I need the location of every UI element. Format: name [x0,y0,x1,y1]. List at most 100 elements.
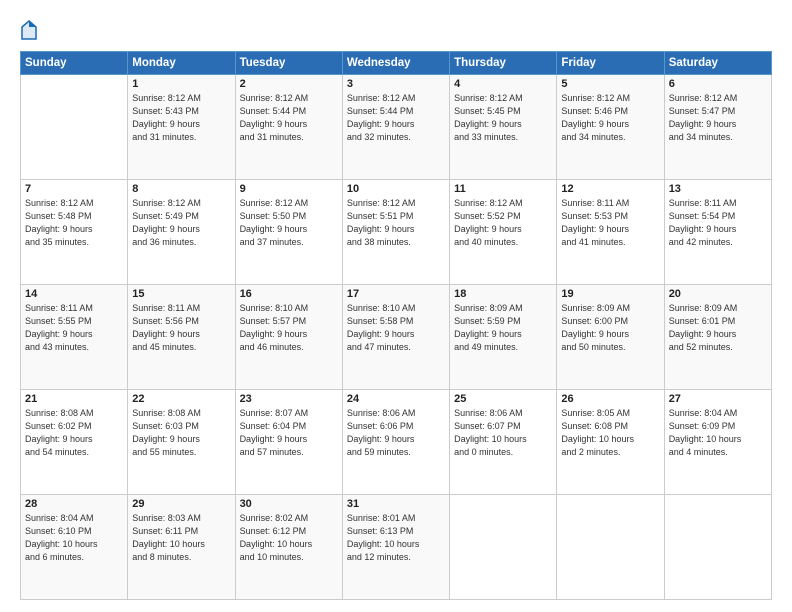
weekday-header-saturday: Saturday [664,52,771,75]
calendar-cell: 13Sunrise: 8:11 AMSunset: 5:54 PMDayligh… [664,180,771,285]
day-info: Sunrise: 8:06 AMSunset: 6:06 PMDaylight:… [347,407,445,459]
calendar-cell [21,75,128,180]
calendar-cell: 6Sunrise: 8:12 AMSunset: 5:47 PMDaylight… [664,75,771,180]
day-info: Sunrise: 8:04 AMSunset: 6:09 PMDaylight:… [669,407,767,459]
weekday-header-tuesday: Tuesday [235,52,342,75]
calendar-cell: 4 Sunrise: 8:12 AMSunset: 5:45 PMDaylight… [450,75,557,180]
day-number: 20 [669,288,767,300]
calendar-cell: 19 Sunrise: 8:09 AMSunset: 6:00 PMDayligh… [557,285,664,390]
day-number: 16 [240,288,338,300]
day-number: 17 [347,288,445,300]
calendar-cell: 20 Sunrise: 8:09 AMSunset: 6:01 PMDayligh… [664,285,771,390]
day-info: Sunrise: 8:12 AMSunset: 5:43 PMDaylight:… [132,92,230,144]
calendar-cell [450,495,557,600]
day-number: 14 [25,288,123,300]
calendar-week-row: 28Sunrise: 8:04 AMSunset: 6:10 PMDayligh… [21,495,772,600]
calendar-cell: 21 Sunrise: 8:08 AMSunset: 6:02 PMDayligh… [21,390,128,495]
day-number: 26 [561,393,659,405]
day-info: Sunrise: 8:05 AMSunset: 6:08 PMDaylight:… [561,407,659,459]
calendar-cell: 23 Sunrise: 8:07 AMSunset: 6:04 PMDayligh… [235,390,342,495]
calendar-cell: 28Sunrise: 8:04 AMSunset: 6:10 PMDayligh… [21,495,128,600]
calendar-cell: 31 Sunrise: 8:01 AMSunset: 6:13 PMDayligh… [342,495,449,600]
calendar-cell: 26 Sunrise: 8:05 AMSunset: 6:08 PMDayligh… [557,390,664,495]
calendar-cell: 5 Sunrise: 8:12 AMSunset: 5:46 PMDaylight… [557,75,664,180]
day-info: Sunrise: 8:07 AMSunset: 6:04 PMDaylight:… [240,407,338,459]
day-info: Sunrise: 8:09 AMSunset: 6:00 PMDaylight:… [561,302,659,354]
day-number: 2 [240,78,338,90]
day-info: Sunrise: 8:12 AMSunset: 5:44 PMDaylight:… [347,92,445,144]
day-info: Sunrise: 8:08 AMSunset: 6:02 PMDaylight:… [25,407,123,459]
day-number: 28 [25,498,123,510]
weekday-header-monday: Monday [128,52,235,75]
calendar-cell: 10Sunrise: 8:12 AMSunset: 5:51 PMDayligh… [342,180,449,285]
weekday-header-row: SundayMondayTuesdayWednesdayThursdayFrid… [21,52,772,75]
logo [20,18,40,41]
calendar-table: SundayMondayTuesdayWednesdayThursdayFrid… [20,51,772,600]
day-info: Sunrise: 8:11 AMSunset: 5:53 PMDaylight:… [561,197,659,249]
calendar-week-row: 7Sunrise: 8:12 AMSunset: 5:48 PMDaylight… [21,180,772,285]
day-number: 25 [454,393,552,405]
calendar-cell: 18 Sunrise: 8:09 AMSunset: 5:59 PMDayligh… [450,285,557,390]
day-info: Sunrise: 8:08 AMSunset: 6:03 PMDaylight:… [132,407,230,459]
calendar-cell: 30 Sunrise: 8:02 AMSunset: 6:12 PMDayligh… [235,495,342,600]
day-number: 11 [454,183,552,195]
day-number: 9 [240,183,338,195]
day-info: Sunrise: 8:10 AMSunset: 5:57 PMDaylight:… [240,302,338,354]
day-number: 5 [561,78,659,90]
day-number: 30 [240,498,338,510]
day-number: 8 [132,183,230,195]
day-info: Sunrise: 8:09 AMSunset: 6:01 PMDaylight:… [669,302,767,354]
calendar-cell: 29 Sunrise: 8:03 AMSunset: 6:11 PMDayligh… [128,495,235,600]
calendar-cell: 8 Sunrise: 8:12 AMSunset: 5:49 PMDaylight… [128,180,235,285]
calendar-cell: 12Sunrise: 8:11 AMSunset: 5:53 PMDayligh… [557,180,664,285]
day-info: Sunrise: 8:10 AMSunset: 5:58 PMDaylight:… [347,302,445,354]
day-info: Sunrise: 8:01 AMSunset: 6:13 PMDaylight:… [347,512,445,564]
calendar-cell: 3 Sunrise: 8:12 AMSunset: 5:44 PMDaylight… [342,75,449,180]
calendar-cell: 14 Sunrise: 8:11 AMSunset: 5:55 PMDayligh… [21,285,128,390]
day-info: Sunrise: 8:12 AMSunset: 5:46 PMDaylight:… [561,92,659,144]
day-number: 4 [454,78,552,90]
day-number: 29 [132,498,230,510]
weekday-header-sunday: Sunday [21,52,128,75]
day-info: Sunrise: 8:12 AMSunset: 5:45 PMDaylight:… [454,92,552,144]
day-info: Sunrise: 8:02 AMSunset: 6:12 PMDaylight:… [240,512,338,564]
weekday-header-friday: Friday [557,52,664,75]
day-info: Sunrise: 8:12 AMSunset: 5:49 PMDaylight:… [132,197,230,249]
day-info: Sunrise: 8:11 AMSunset: 5:55 PMDaylight:… [25,302,123,354]
day-number: 22 [132,393,230,405]
day-number: 3 [347,78,445,90]
calendar-cell: 11 Sunrise: 8:12 AMSunset: 5:52 PMDayligh… [450,180,557,285]
calendar-week-row: 14 Sunrise: 8:11 AMSunset: 5:55 PMDayligh… [21,285,772,390]
calendar-cell [557,495,664,600]
day-number: 31 [347,498,445,510]
day-number: 1 [132,78,230,90]
day-number: 23 [240,393,338,405]
day-info: Sunrise: 8:09 AMSunset: 5:59 PMDaylight:… [454,302,552,354]
day-number: 18 [454,288,552,300]
calendar-cell: 1 Sunrise: 8:12 AMSunset: 5:43 PMDaylight… [128,75,235,180]
day-number: 21 [25,393,123,405]
logo-icon [20,19,38,41]
day-info: Sunrise: 8:12 AMSunset: 5:50 PMDaylight:… [240,197,338,249]
calendar-cell: 17 Sunrise: 8:10 AMSunset: 5:58 PMDayligh… [342,285,449,390]
day-info: Sunrise: 8:03 AMSunset: 6:11 PMDaylight:… [132,512,230,564]
day-info: Sunrise: 8:12 AMSunset: 5:51 PMDaylight:… [347,197,445,249]
day-info: Sunrise: 8:11 AMSunset: 5:54 PMDaylight:… [669,197,767,249]
day-info: Sunrise: 8:12 AMSunset: 5:47 PMDaylight:… [669,92,767,144]
day-info: Sunrise: 8:06 AMSunset: 6:07 PMDaylight:… [454,407,552,459]
day-info: Sunrise: 8:11 AMSunset: 5:56 PMDaylight:… [132,302,230,354]
weekday-header-wednesday: Wednesday [342,52,449,75]
day-number: 24 [347,393,445,405]
calendar-cell [664,495,771,600]
page: SundayMondayTuesdayWednesdayThursdayFrid… [0,0,792,612]
day-number: 7 [25,183,123,195]
calendar-cell: 25 Sunrise: 8:06 AMSunset: 6:07 PMDayligh… [450,390,557,495]
header [20,18,772,41]
day-info: Sunrise: 8:12 AMSunset: 5:52 PMDaylight:… [454,197,552,249]
calendar-cell: 22 Sunrise: 8:08 AMSunset: 6:03 PMDayligh… [128,390,235,495]
day-number: 27 [669,393,767,405]
calendar-cell: 16 Sunrise: 8:10 AMSunset: 5:57 PMDayligh… [235,285,342,390]
calendar-cell: 7Sunrise: 8:12 AMSunset: 5:48 PMDaylight… [21,180,128,285]
day-number: 19 [561,288,659,300]
calendar-cell: 27 Sunrise: 8:04 AMSunset: 6:09 PMDayligh… [664,390,771,495]
